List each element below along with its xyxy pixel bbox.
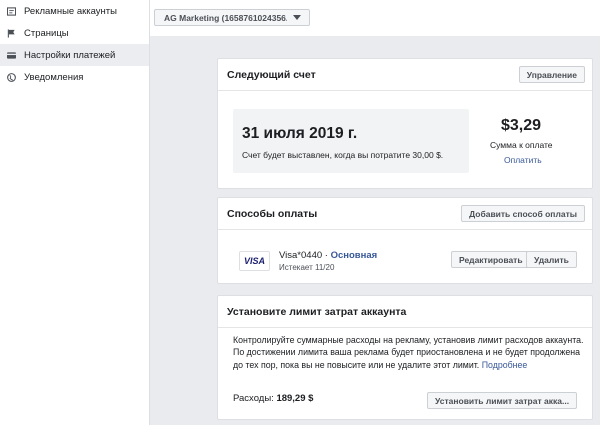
delete-payment-button[interactable]: Удалить (526, 251, 577, 268)
visa-logo-icon: VISA (239, 251, 270, 271)
manage-button[interactable]: Управление (518, 66, 585, 83)
chevron-down-icon (293, 15, 301, 20)
credit-card-icon (6, 50, 16, 60)
card-expiry: Истекает 11/20 (279, 263, 335, 272)
sidebar-item-label: Рекламные аккаунты (24, 5, 117, 17)
payment-methods-card: Способы оплаты Добавить способ оплаты VI… (217, 197, 593, 284)
sidebar: Рекламные аккаунты Страницы Настройки пл… (0, 0, 150, 425)
card-header: Установите лимит затрат аккаунта (218, 296, 592, 328)
next-bill-title: Следующий счет (227, 68, 316, 81)
amount-spent-label: Расходы: (233, 393, 274, 404)
amount-due: $3,29 (501, 117, 542, 134)
sidebar-item-label: Уведомления (24, 71, 84, 83)
sidebar-item-label: Страницы (24, 27, 69, 39)
amount-spent: Расходы: 189,29 $ (233, 393, 313, 404)
add-payment-method-button[interactable]: Добавить способ оплаты (461, 205, 585, 222)
edit-payment-button[interactable]: Редактировать (451, 251, 531, 268)
amount-due-label: Сумма к оплате (490, 140, 553, 150)
card-number: Visa*0440 (279, 250, 323, 261)
ad-accounts-icon (6, 6, 16, 16)
learn-more-link[interactable]: Подробнее (482, 360, 528, 370)
bill-date-box: 31 июля 2019 г. Счет будет выставлен, ко… (233, 109, 469, 173)
card-header: Способы оплаты Добавить способ оплаты (218, 198, 592, 230)
sidebar-item-label: Настройки платежей (24, 49, 116, 61)
flag-icon (6, 28, 16, 38)
separator: · (322, 250, 331, 261)
card-header: Следующий счет Управление (218, 59, 592, 91)
primary-badge: Основная (330, 250, 378, 261)
spending-limit-description: Контролируйте суммарные расходы на рекла… (233, 334, 585, 371)
spending-limit-card: Установите лимит затрат аккаунта Контрол… (217, 295, 593, 420)
sidebar-item-ad-accounts[interactable]: Рекламные аккаунты (0, 0, 149, 22)
account-selector-value: AG Marketing (1658761024356... (164, 12, 287, 23)
top-bar: AG Marketing (1658761024356... (150, 0, 600, 36)
next-bill-card: Следующий счет Управление 31 июля 2019 г… (217, 58, 593, 189)
set-spending-limit-button[interactable]: Установить лимит затрат акка... (427, 392, 578, 409)
account-selector[interactable]: AG Marketing (1658761024356... (154, 9, 310, 26)
description-text: Контролируйте суммарные расходы на рекла… (233, 335, 584, 370)
sidebar-item-payment-settings[interactable]: Настройки платежей (0, 44, 149, 66)
spending-limit-title: Установите лимит затрат аккаунта (227, 305, 407, 318)
globe-icon (6, 72, 16, 82)
bill-date: 31 июля 2019 г. (242, 125, 358, 142)
bill-threshold-note: Счет будет выставлен, когда вы потратите… (242, 150, 444, 160)
pay-link[interactable]: Оплатить (504, 155, 542, 165)
sidebar-item-notifications[interactable]: Уведомления (0, 66, 149, 88)
sidebar-item-pages[interactable]: Страницы (0, 22, 149, 44)
payment-methods-title: Способы оплаты (227, 207, 318, 220)
amount-spent-value: 189,29 $ (276, 393, 314, 404)
card-number-row: Visa*0440 · Основная (279, 250, 377, 261)
